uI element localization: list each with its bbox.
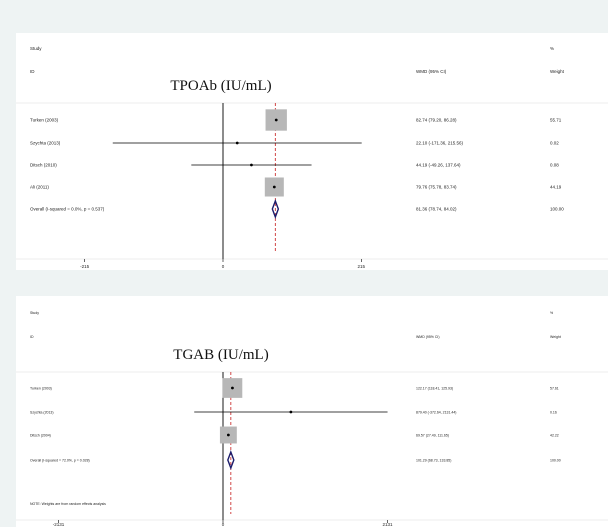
tgab-study-label: Ditsch (2004) [30,434,51,438]
tgab-study-ci: 122.17 (118.41, 125.93) [416,387,453,391]
tpoab-header-study: Study [30,46,42,51]
tpoab-study-label: Szychta (2013) [30,141,61,146]
tpoab-study-ci: 44.19 (-49.26, 137.64) [416,163,461,168]
tpoab-study-point [272,185,276,189]
tgab-study-point [231,386,234,390]
tgab-tick-label: 2131 [383,522,394,527]
forest-plot-tgab-svg: Study % ID WMD (95% CI) Weight TGAB (IU/mL) Tu… [16,311,608,527]
tgab-study-weight: 0.16 [550,411,557,415]
tpoab-chart-title: TPOAb (IU/mL) [170,78,271,94]
tgab-study-label: Turken (2003) [30,387,52,391]
tgab-study-weight: 57.61 [550,387,559,391]
tgab-header-weight: Weight [550,335,561,339]
tpoab-header-ci: WMD (95% CI) [416,69,447,74]
forest-plot-tpoab-svg: Study % ID WMD (95% CI) Weight TPOAb (IU/mL) T… [16,46,608,269]
tpoab-study-ci: 82.74 (79.20, 86.28) [416,118,457,123]
tpoab-overall-ci: 81.36 (78.74, 84.02) [416,207,457,212]
forest-plot-tpoab: Study% ID WMD (95% CI) Weight TPOAb (IU/mL) T… [16,33,608,270]
tpoab-study-label: Turken (2003) [30,118,59,123]
tgab-study-weight: 42.22 [550,434,559,438]
tgab-overall-ci: 101.29 (68.73, 133.85) [416,459,451,463]
tpoab-header-id: ID [30,69,35,74]
tpoab-header-weight: Weight [550,69,565,74]
tpoab-study-point [250,163,253,167]
tpoab-tick-label: 0 [222,264,225,269]
tgab-overall-label: Overall (I-squared = 72.0%, p = 0.028) [30,459,90,463]
tpoab-study-ci: 79.76 (75.78, 83.74) [416,185,457,190]
tpoab-study-point [274,118,278,122]
tpoab-study-point [235,141,239,145]
tgab-study-label: Szychta (2013) [30,411,54,415]
tpoab-tick-label: -215 [80,264,90,269]
tgab-study-point [289,410,293,414]
tgab-study-point [226,433,230,437]
tgab-header-id: ID [30,335,34,339]
tpoab-tick-label: 215 [358,264,366,269]
tpoab-study-ci: 22.10 (-171.36, 215.56) [416,141,464,146]
tgab-study-ci: 879.40 (-372.64, 2131.44) [416,411,456,415]
tgab-tick-label: -2131 [53,522,65,527]
tpoab-study-label: Ditsch (2010) [30,163,57,168]
tgab-study-ci: 69.57 (27.49, 111.65) [416,434,449,438]
tpoab-overall-weight: 100.00 [550,207,564,212]
tgab-overall-weight: 100.00 [550,459,561,463]
tpoab-header-pct: % [550,46,554,51]
tgab-note: NOTE: Weights are from random effects an… [30,502,106,506]
tgab-header-pct: % [550,311,553,315]
tgab-header-study: Study [30,311,39,315]
tpoab-overall-label: Overall (I-squared = 0.0%, p = 0.537) [30,207,105,212]
tgab-header-ci: WMD (95% CI) [416,335,440,339]
tgab-tick-label: 0 [222,522,225,527]
tpoab-study-weight: 55.71 [550,118,562,123]
forest-plot-tgab: Study% ID WMD (95% CI) Weight TGAB (IU/mL) Tu… [16,296,608,527]
tpoab-study-weight: 44.19 [550,185,562,190]
tpoab-study-label: Ali (2011) [30,185,49,190]
tpoab-study-weight: 0.02 [550,141,559,146]
tpoab-study-weight: 0.08 [550,163,559,168]
tgab-chart-title: TGAB (IU/mL) [173,347,268,363]
